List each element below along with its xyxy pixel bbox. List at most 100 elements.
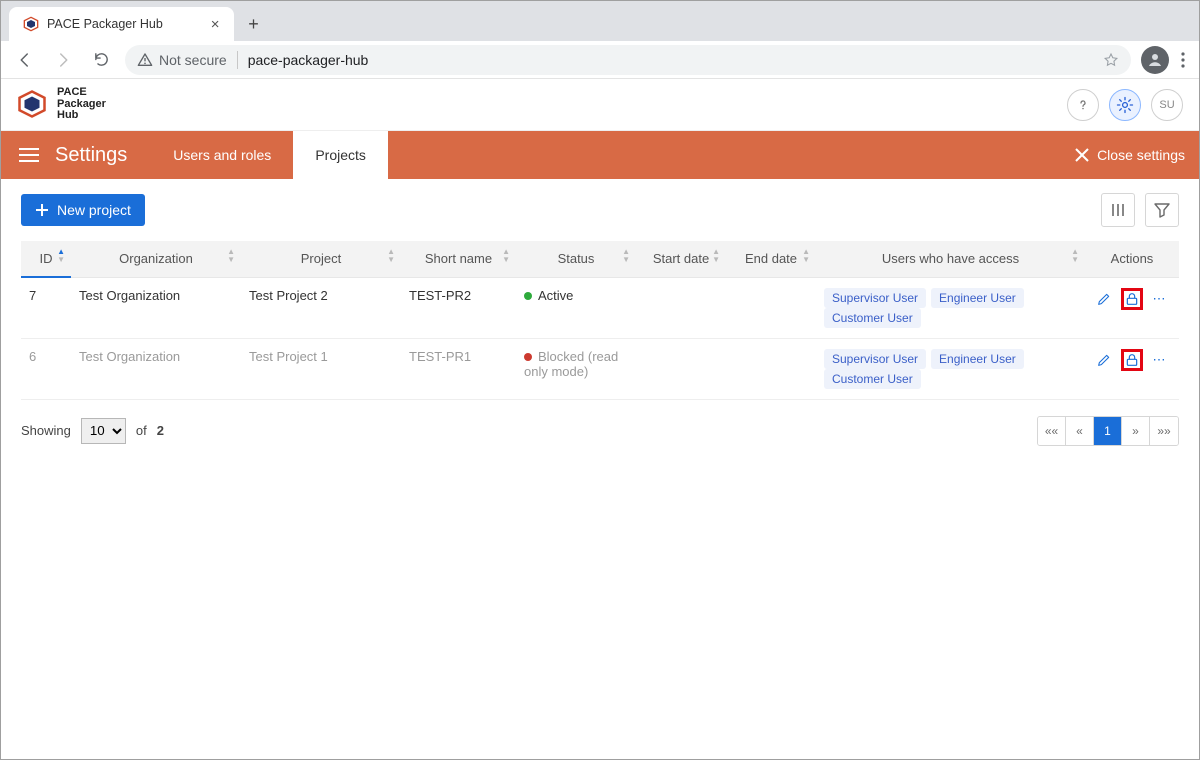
cell-project: Test Project 1: [241, 338, 401, 399]
page-current[interactable]: 1: [1094, 417, 1122, 445]
plus-icon: [35, 203, 49, 217]
table-row[interactable]: 6Test OrganizationTest Project 1TEST-PR1…: [21, 338, 1179, 399]
table-footer: Showing 10 of 2 «« « 1 » »»: [1, 400, 1199, 462]
brand-text: PACEPackagerHub: [57, 87, 106, 122]
col-status[interactable]: Status▲▼: [516, 241, 636, 277]
cell-actions: ⋯: [1085, 277, 1179, 338]
new-project-button[interactable]: New project: [21, 194, 145, 226]
cell-org: Test Organization: [71, 338, 241, 399]
close-icon: [1075, 148, 1089, 162]
browser-tab-title: PACE Packager Hub: [47, 17, 163, 31]
page-next[interactable]: »: [1122, 417, 1150, 445]
col-shortname[interactable]: Short name▲▼: [401, 241, 516, 277]
page-size-select[interactable]: 10: [81, 418, 126, 444]
page-first[interactable]: ««: [1038, 417, 1066, 445]
more-actions-button[interactable]: ⋯: [1149, 288, 1171, 310]
cell-org: Test Organization: [71, 277, 241, 338]
url-text: pace-packager-hub: [248, 52, 369, 68]
new-project-label: New project: [57, 202, 131, 218]
help-button[interactable]: [1067, 89, 1099, 121]
toolbar: New project: [1, 179, 1199, 241]
columns-button[interactable]: [1101, 193, 1135, 227]
cell-start: [636, 277, 726, 338]
close-settings-button[interactable]: Close settings: [1075, 147, 1185, 163]
cell-status: Active: [516, 277, 636, 338]
col-id[interactable]: ID▲▼: [21, 241, 71, 277]
projects-table: ID▲▼ Organization▲▼ Project▲▼ Short name…: [21, 241, 1179, 400]
new-tab-button[interactable]: +: [240, 10, 268, 38]
user-pill[interactable]: Customer User: [824, 369, 921, 389]
cell-id: 6: [21, 338, 71, 399]
of-label: of: [136, 423, 147, 438]
col-users[interactable]: Users who have access▲▼: [816, 241, 1085, 277]
settings-title: Settings: [55, 144, 127, 167]
browser-tabstrip: PACE Packager Hub × +: [1, 1, 1199, 41]
col-end-date[interactable]: End date▲▼: [726, 241, 816, 277]
back-button[interactable]: [11, 46, 39, 74]
status-dot-icon: [524, 292, 532, 300]
user-pill[interactable]: Customer User: [824, 308, 921, 328]
table-header: ID▲▼ Organization▲▼ Project▲▼ Short name…: [21, 241, 1179, 277]
cell-start: [636, 338, 726, 399]
address-bar[interactable]: Not secure pace-packager-hub: [125, 45, 1131, 75]
cell-shortname: TEST-PR2: [401, 277, 516, 338]
brand-logo-icon: [17, 89, 47, 119]
col-organization[interactable]: Organization▲▼: [71, 241, 241, 277]
cell-users: Supervisor UserEngineer User Customer Use…: [816, 277, 1085, 338]
cell-end: [726, 277, 816, 338]
forward-button[interactable]: [49, 46, 77, 74]
lock-button[interactable]: [1121, 349, 1143, 371]
cell-users: Supervisor UserEngineer User Customer Use…: [816, 338, 1085, 399]
user-pill[interactable]: Supervisor User: [824, 349, 926, 369]
close-settings-label: Close settings: [1097, 147, 1185, 163]
filter-icon: [1154, 202, 1170, 218]
security-warning: Not secure: [137, 52, 227, 68]
filter-button[interactable]: [1145, 193, 1179, 227]
page-last[interactable]: »»: [1150, 417, 1178, 445]
lock-icon: [1124, 291, 1140, 307]
bookmark-icon[interactable]: [1103, 52, 1119, 68]
menu-icon[interactable]: [19, 148, 39, 162]
favicon-icon: [23, 16, 39, 32]
close-icon[interactable]: ×: [211, 16, 220, 33]
cell-project: Test Project 2: [241, 277, 401, 338]
cell-status: Blocked (read only mode): [516, 338, 636, 399]
showing-label: Showing: [21, 423, 71, 438]
reload-button[interactable]: [87, 46, 115, 74]
user-pill[interactable]: Engineer User: [931, 349, 1024, 369]
cell-shortname: TEST-PR1: [401, 338, 516, 399]
col-start-date[interactable]: Start date▲▼: [636, 241, 726, 277]
settings-gear-button[interactable]: [1109, 89, 1141, 121]
profile-icon[interactable]: [1141, 46, 1169, 74]
cell-id: 7: [21, 277, 71, 338]
browser-toolbar: Not secure pace-packager-hub: [1, 41, 1199, 79]
user-pill[interactable]: Engineer User: [931, 288, 1024, 308]
gear-icon: [1116, 96, 1134, 114]
warning-icon: [137, 52, 153, 68]
col-project[interactable]: Project▲▼: [241, 241, 401, 277]
lock-button[interactable]: [1121, 288, 1143, 310]
edit-button[interactable]: [1093, 349, 1115, 371]
tab-projects[interactable]: Projects: [293, 131, 388, 179]
more-actions-button[interactable]: ⋯: [1149, 349, 1171, 371]
cell-actions: ⋯: [1085, 338, 1179, 399]
lock-icon: [1124, 352, 1140, 368]
kebab-menu-icon[interactable]: [1181, 52, 1185, 68]
settings-tabs: Users and roles Projects: [151, 131, 388, 179]
table-row[interactable]: 7Test OrganizationTest Project 2TEST-PR2…: [21, 277, 1179, 338]
columns-icon: [1110, 202, 1126, 218]
edit-button[interactable]: [1093, 288, 1115, 310]
cell-end: [726, 338, 816, 399]
divider: [237, 51, 238, 69]
brand[interactable]: PACEPackagerHub: [17, 87, 106, 122]
security-label: Not secure: [159, 52, 227, 68]
status-dot-icon: [524, 353, 532, 361]
user-avatar[interactable]: SU: [1151, 89, 1183, 121]
app-header: PACEPackagerHub SU: [1, 79, 1199, 131]
page-prev[interactable]: «: [1066, 417, 1094, 445]
browser-tab[interactable]: PACE Packager Hub ×: [9, 7, 234, 41]
user-pill[interactable]: Supervisor User: [824, 288, 926, 308]
pager: «« « 1 » »»: [1037, 416, 1179, 446]
tab-users-and-roles[interactable]: Users and roles: [151, 131, 293, 179]
settings-bar: Settings Users and roles Projects Close …: [1, 131, 1199, 179]
